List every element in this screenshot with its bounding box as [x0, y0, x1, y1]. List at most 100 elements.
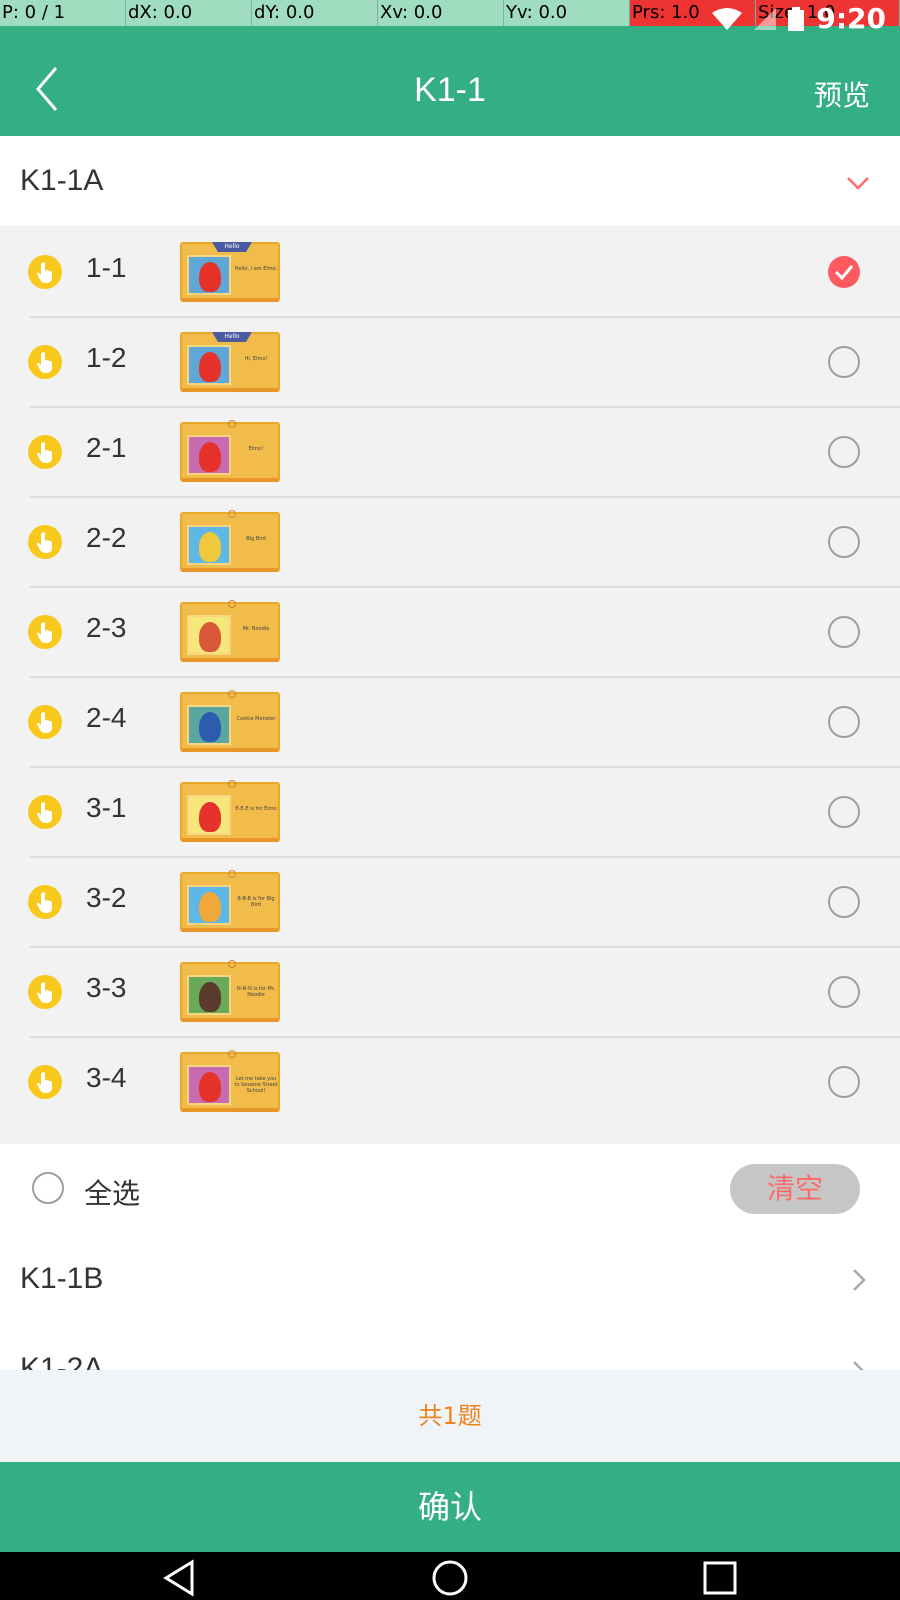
back-button[interactable] [28, 64, 68, 114]
section-title: K1-2A [20, 1352, 104, 1370]
thumbnail-picture [187, 705, 231, 745]
thumbnail-knob [228, 690, 236, 698]
lesson-thumbnail: Mr. Noodle [180, 600, 280, 662]
lesson-checkbox[interactable] [828, 436, 860, 468]
hand-pointer-icon [27, 344, 63, 380]
character-figure [199, 532, 221, 562]
thumbnail-caption: Hello, I am Elmo. [234, 266, 278, 272]
thumbnail-picture [187, 255, 231, 295]
lesson-checkbox[interactable] [828, 616, 860, 648]
lesson-row[interactable]: 2-1 Elmo! [0, 406, 900, 498]
thumbnail-caption: N-N-N is for Mr. Noodle [237, 986, 275, 998]
lesson-label: 2-3 [86, 612, 127, 643]
thumbnail-picture [187, 1065, 231, 1105]
character-figure [199, 352, 221, 382]
wifi-icon [712, 8, 743, 30]
debug-pointer: P: 0 / 1 [0, 0, 126, 26]
character-figure [199, 802, 221, 832]
lesson-row[interactable]: 3-2 B-B-B is for Big Bird [0, 856, 900, 948]
lesson-checkbox[interactable] [828, 976, 860, 1008]
hand-pointer-icon [27, 704, 63, 740]
select-all-row: 全选 清空 [0, 1144, 900, 1234]
confirm-button[interactable]: 确认 [0, 1462, 900, 1552]
lesson-checkbox[interactable] [828, 346, 860, 378]
character-figure [199, 982, 221, 1012]
lesson-thumbnail: Hello Hi, Elmo! [180, 332, 280, 392]
section-header-expanded[interactable]: K1-1A [0, 136, 900, 226]
lesson-thumbnail: Elmo! [180, 420, 280, 482]
lesson-label: 3-1 [86, 792, 127, 823]
thumbnail-caption: E-E-E is for Elmo [235, 806, 277, 812]
thumbnail-caption: Hi, Elmo! [244, 356, 268, 362]
app-header: K1-1 预览 [0, 26, 900, 136]
nav-home-icon[interactable] [430, 1558, 470, 1598]
chevron-down-icon [847, 177, 869, 190]
character-figure [199, 262, 221, 292]
lesson-row[interactable]: 3-1 E-E-E is for Elmo [0, 766, 900, 858]
section-header-k1-1b[interactable]: K1-1B [0, 1234, 900, 1324]
section-title: K1-1B [20, 1262, 104, 1295]
thumbnail-picture [187, 345, 231, 385]
thumbnail-knob [228, 420, 236, 428]
status-bar: 9:20 [712, 4, 886, 34]
nav-recents-icon[interactable] [700, 1558, 740, 1598]
hand-pointer-icon [27, 254, 63, 290]
thumbnail-picture [187, 435, 231, 475]
lesson-label: 3-4 [86, 1062, 127, 1093]
lesson-label: 3-3 [86, 972, 127, 1003]
lesson-row[interactable]: 2-4 Cookie Monster [0, 676, 900, 768]
lesson-row[interactable]: 2-2 Big Bird [0, 496, 900, 588]
lesson-thumbnail: Big Bird [180, 510, 280, 572]
thumbnail-tab: Hello [212, 242, 252, 252]
lesson-thumbnail: B-B-B is for Big Bird [180, 870, 280, 932]
chevron-right-icon [853, 1269, 866, 1291]
thumbnail-knob [228, 1050, 236, 1058]
preview-button[interactable]: 预览 [814, 74, 870, 114]
lesson-label: 2-4 [86, 702, 127, 733]
thumbnail-knob [228, 870, 236, 878]
lesson-checkbox[interactable] [828, 706, 860, 738]
thumbnail-picture [187, 975, 231, 1015]
lesson-label: 3-2 [86, 882, 127, 913]
hand-pointer-icon [27, 974, 63, 1010]
debug-dy: dY: 0.0 [252, 0, 378, 26]
select-all-radio[interactable] [32, 1172, 64, 1204]
lesson-checkbox[interactable] [828, 1066, 860, 1098]
page-title: K1-1 [414, 71, 486, 109]
character-figure [199, 442, 221, 472]
back-arrow-icon [36, 67, 58, 111]
thumbnail-caption: Big Bird [246, 536, 266, 542]
thumbnail-knob [228, 780, 236, 788]
clear-button[interactable]: 清空 [730, 1164, 860, 1214]
character-figure [199, 892, 221, 922]
lesson-thumbnail: E-E-E is for Elmo [180, 780, 280, 842]
nav-back-icon[interactable] [160, 1558, 200, 1598]
battery-icon [788, 7, 805, 31]
lesson-label: 1-1 [86, 252, 127, 283]
lesson-row[interactable]: 1-2 Hello Hi, Elmo! [0, 316, 900, 408]
thumbnail-knob [228, 960, 236, 968]
debug-xv: Xv: 0.0 [378, 0, 504, 26]
lesson-row[interactable]: 1-1 Hello Hello, I am Elmo. [0, 226, 900, 318]
lesson-row[interactable]: 3-3 N-N-N is for Mr. Noodle [0, 946, 900, 1038]
thumbnail-picture [187, 795, 231, 835]
lesson-thumbnail: Hello Hello, I am Elmo. [180, 242, 280, 302]
section-header-k1-2a[interactable]: K1-2A [0, 1324, 900, 1370]
thumbnail-caption: Mr. Noodle [242, 626, 270, 632]
hand-pointer-icon [27, 794, 63, 830]
thumbnail-picture [187, 885, 231, 925]
lesson-checkbox[interactable] [828, 526, 860, 558]
lesson-thumbnail: Cookie Monster [180, 690, 280, 752]
thumbnail-picture [187, 615, 231, 655]
lesson-list: 1-1 Hello Hello, I am Elmo. 1-2 Hello Hi, Elm… [0, 226, 900, 1144]
lesson-checkbox-checked[interactable] [828, 256, 860, 288]
thumbnail-caption: Elmo! [248, 446, 264, 452]
lesson-row[interactable]: 2-3 Mr. Noodle [0, 586, 900, 678]
lesson-checkbox[interactable] [828, 796, 860, 828]
debug-dx: dX: 0.0 [126, 0, 252, 26]
lesson-checkbox[interactable] [828, 886, 860, 918]
question-count: 共1题 [0, 1370, 900, 1462]
lesson-row[interactable]: 3-4 Let me take you to Sesame Street Scho… [0, 1036, 900, 1128]
lesson-label: 1-2 [86, 342, 127, 373]
thumbnail-caption: B-B-B is for Big Bird [237, 896, 275, 908]
